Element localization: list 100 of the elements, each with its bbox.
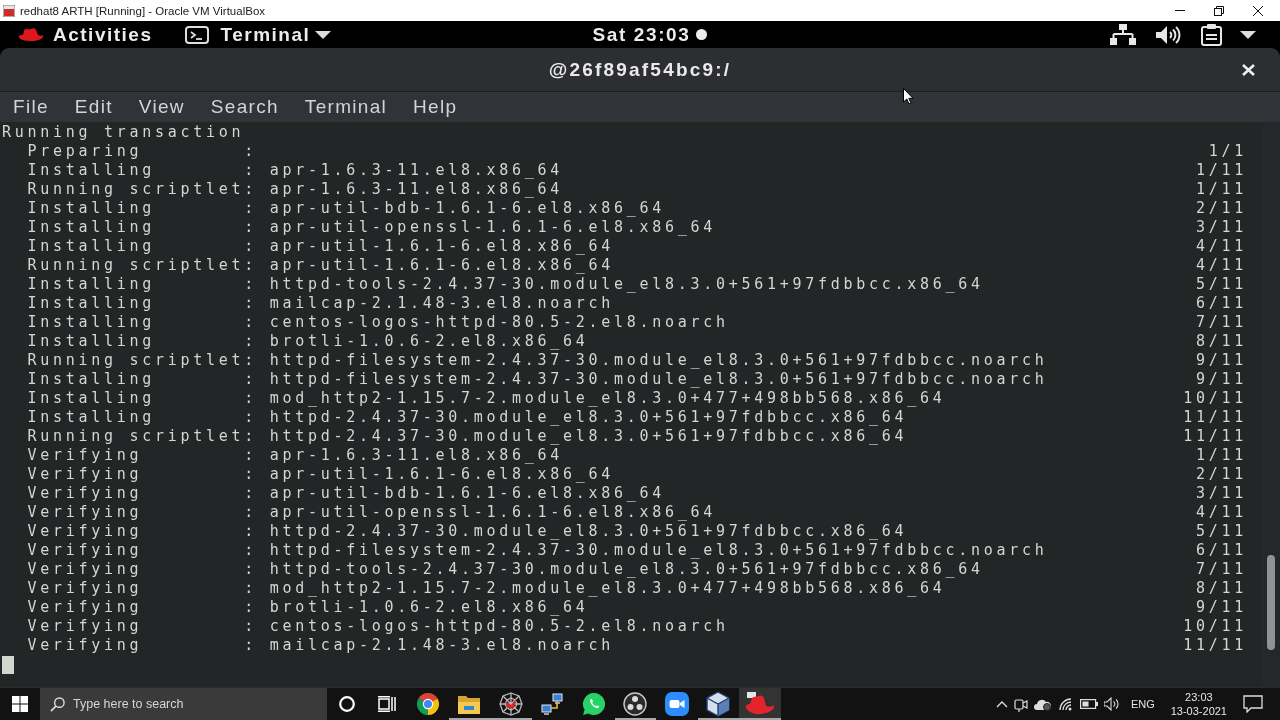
color-wheel-icon bbox=[415, 692, 440, 716]
cube-icon bbox=[706, 691, 731, 717]
progress-counter: 2/11 bbox=[1196, 465, 1247, 484]
minimize-icon bbox=[1174, 10, 1185, 11]
terminal-line: Installing : apr-1.6.3-11.el8.x86_64 bbox=[27, 161, 564, 180]
terminal-line: Verifying : apr-1.6.3-11.el8.x86_64 bbox=[27, 446, 564, 465]
progress-counter: 11/11 bbox=[1183, 427, 1247, 446]
progress-counter: 5/11 bbox=[1196, 275, 1247, 294]
terminal-line: Verifying : mailcap-2.1.48-3.el8.noarch bbox=[27, 636, 615, 655]
progress-counter: 3/11 bbox=[1196, 484, 1247, 503]
close-icon bbox=[1241, 63, 1255, 76]
progress-counter: 9/11 bbox=[1196, 598, 1247, 617]
language-indicator[interactable]: ENG bbox=[1130, 698, 1155, 710]
menu-item[interactable]: View bbox=[138, 96, 185, 118]
terminal-line: Installing : brotli-1.0.6-2.el8.x86_64 bbox=[27, 332, 589, 351]
restore-icon bbox=[1213, 5, 1224, 16]
caret-icon bbox=[1240, 30, 1256, 39]
progress-counter: 1/11 bbox=[1196, 180, 1247, 199]
computers-icon bbox=[541, 693, 564, 715]
volume-icon[interactable] bbox=[1103, 697, 1120, 711]
search-icon bbox=[50, 697, 65, 712]
terminal-line: Verifying : apr-util-openssl-1.6.1-6.el8.x86_64 bbox=[27, 503, 717, 522]
terminal-line: Installing : mailcap-2.1.48-3.el8.noarch bbox=[27, 294, 615, 313]
menu-item[interactable]: Search bbox=[210, 96, 279, 118]
network-icon bbox=[1110, 24, 1136, 45]
terminal-line: Verifying : httpd-filesystem-2.4.37-30.module_el8.3.0+561+97fdbbcc.noarch bbox=[27, 541, 1048, 560]
progress-counter: 10/11 bbox=[1183, 389, 1247, 408]
progress-counter: 4/11 bbox=[1196, 256, 1247, 275]
progress-counter: 10/11 bbox=[1183, 617, 1247, 636]
progress-counter: 9/11 bbox=[1196, 370, 1247, 389]
app-menu-button[interactable]: Terminal bbox=[185, 21, 332, 48]
progress-counter: 8/11 bbox=[1196, 332, 1247, 351]
terminal-line: Running scriptlet: httpd-2.4.37-30.module_el8.3.0+561+97fdbbcc.x86_64 bbox=[27, 427, 908, 446]
battery-icon[interactable] bbox=[1079, 699, 1098, 709]
clock-date: 13-03-2021 bbox=[1170, 704, 1227, 718]
dotted-circle-icon bbox=[623, 692, 648, 716]
progress-counter: 7/11 bbox=[1196, 313, 1247, 332]
close-icon bbox=[1252, 5, 1263, 16]
activities-button[interactable]: Activities bbox=[18, 21, 153, 48]
scrollbar-thumb[interactable] bbox=[1267, 555, 1275, 650]
chevron-up-icon[interactable] bbox=[995, 700, 1008, 708]
progress-counter: 4/11 bbox=[1196, 503, 1247, 522]
terminal-line: Preparing : bbox=[27, 142, 257, 161]
phone-bubble-icon bbox=[581, 692, 606, 716]
progress-counter: 1/11 bbox=[1196, 161, 1247, 180]
video-camera-icon bbox=[664, 692, 689, 716]
terminal-line: Installing : httpd-filesystem-2.4.37-30.module_el8.3.0+561+97fdbbcc.noarch bbox=[27, 370, 1048, 389]
mouse-pointer-icon bbox=[903, 88, 914, 105]
menu-item[interactable]: File bbox=[13, 96, 49, 118]
progress-counter: 1/11 bbox=[1196, 446, 1247, 465]
system-menu-button[interactable] bbox=[1110, 21, 1256, 48]
terminal-line: Installing : httpd-2.4.37-30.module_el8.3.0+561+97fdbbcc.x86_64 bbox=[27, 408, 908, 427]
clock-button[interactable]: Sat 23:03 bbox=[592, 21, 708, 48]
terminal-icon bbox=[185, 25, 210, 44]
search-field[interactable]: Type here to search bbox=[40, 688, 327, 720]
terminal-line: Installing : mod_http2-1.15.7-2.module_el8.3.0+477+498bb568.x86_64 bbox=[27, 389, 946, 408]
window-icon bbox=[3, 4, 15, 17]
terminal-line: Verifying : mod_http2-1.15.7-2.module_el8.3.0+477+498bb568.x86_64 bbox=[27, 579, 946, 598]
progress-counter: 3/11 bbox=[1196, 218, 1247, 237]
clipboard-icon bbox=[1201, 23, 1222, 46]
task-view-icon[interactable] bbox=[378, 696, 396, 712]
camera-icon[interactable] bbox=[1013, 696, 1028, 712]
progress-counter: 4/11 bbox=[1196, 237, 1247, 256]
cloud-icon[interactable] bbox=[1033, 697, 1052, 711]
progress-counter: 11/11 bbox=[1183, 636, 1247, 655]
progress-counter: 9/11 bbox=[1196, 351, 1247, 370]
volume-icon bbox=[1156, 24, 1181, 45]
hat-icon bbox=[744, 692, 775, 716]
progress-counter: 8/11 bbox=[1196, 579, 1247, 598]
wifi-icon[interactable] bbox=[1057, 697, 1074, 711]
terminal-line: Running scriptlet: apr-util-1.6.1-6.el8.x86_64 bbox=[27, 256, 615, 275]
clock-time: 23:03 bbox=[1185, 690, 1213, 704]
notifications-icon[interactable] bbox=[1243, 695, 1263, 713]
window-panes-icon[interactable] bbox=[12, 696, 28, 712]
progress-counter: 6/11 bbox=[1196, 294, 1247, 313]
terminal-line: Verifying : brotli-1.0.6-2.el8.x86_64 bbox=[27, 598, 589, 617]
circle-icon[interactable] bbox=[339, 696, 355, 712]
menu-item[interactable]: Edit bbox=[74, 96, 113, 118]
taskbar-app-button[interactable] bbox=[739, 688, 781, 720]
terminal-line: Installing : apr-util-openssl-1.6.1-6.el8.x86_64 bbox=[27, 218, 717, 237]
caret-icon bbox=[315, 30, 332, 39]
terminal-line: Verifying : apr-util-bdb-1.6.1-6.el8.x86_64 bbox=[27, 484, 666, 503]
terminal-line: Verifying : centos-logos-httpd-80.5-2.el8.noarch bbox=[27, 617, 729, 636]
terminal-line: Running transaction bbox=[2, 123, 245, 142]
hat-icon bbox=[18, 28, 44, 41]
progress-counter: 6/11 bbox=[1196, 541, 1247, 560]
terminal-line: Verifying : httpd-tools-2.4.37-30.module_el8.3.0+561+97fdbbcc.x86_64 bbox=[27, 560, 984, 579]
menu-item[interactable]: Terminal bbox=[304, 96, 388, 118]
progress-counter: 2/11 bbox=[1196, 199, 1247, 218]
terminal-line: Verifying : apr-util-1.6.1-6.el8.x86_64 bbox=[27, 465, 615, 484]
terminal-line: Installing : apr-util-1.6.1-6.el8.x86_64 bbox=[27, 237, 615, 256]
cursor-block-icon bbox=[2, 656, 14, 674]
window-title: redhat8 ARTH [Running] - Oracle VM VirtualBox bbox=[20, 4, 266, 17]
terminal-line: Running scriptlet: apr-1.6.3-11.el8.x86_64 bbox=[27, 180, 564, 199]
terminal-title: @26f89af54bc9:/ bbox=[548, 58, 732, 81]
spider-web-icon bbox=[498, 692, 523, 716]
taskbar-clock[interactable]: 23:03 13-03-2021 bbox=[1170, 690, 1227, 718]
progress-counter: 11/11 bbox=[1183, 408, 1247, 427]
terminal-line: Installing : httpd-tools-2.4.37-30.module_el8.3.0+561+97fdbbcc.x86_64 bbox=[27, 275, 984, 294]
menu-item[interactable]: Help bbox=[413, 96, 458, 118]
